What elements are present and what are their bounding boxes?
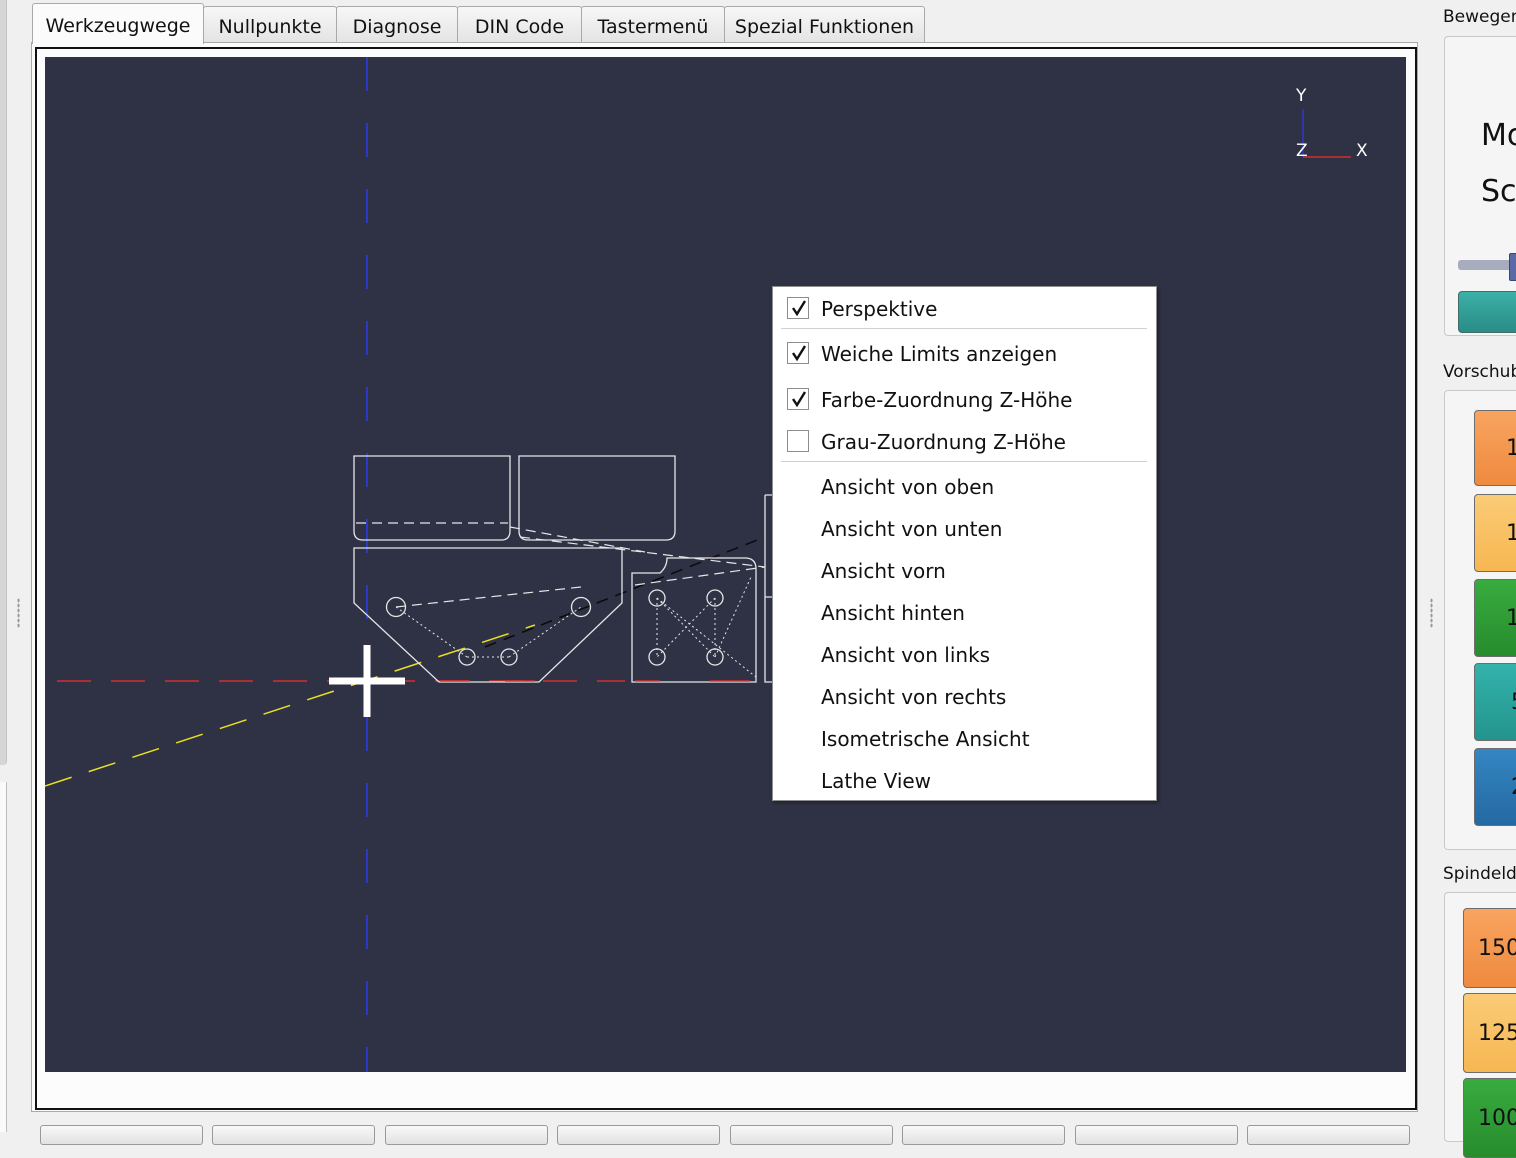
movement-speed-text: Sc	[1481, 174, 1516, 209]
movement-action-button[interactable]	[1458, 291, 1516, 333]
menu-item-label: Ansicht vorn	[821, 559, 946, 583]
menu-item-ansicht-vorn[interactable]: Ansicht vorn	[773, 552, 1156, 590]
view-context-menu: Perspektive Weiche Limits anzeigen Farbe…	[772, 286, 1157, 801]
bottom-button-3[interactable]	[385, 1125, 548, 1145]
tab-nullpunkte[interactable]: Nullpunkte	[203, 6, 337, 42]
tab-tastermenu[interactable]: Tastermenü	[581, 6, 725, 42]
menu-item-ansicht-unten[interactable]: Ansicht von unten	[773, 510, 1156, 548]
tab-diagnose[interactable]: Diagnose	[336, 6, 458, 42]
weiche-limits-checkbox[interactable]	[787, 342, 809, 364]
bottom-button-4[interactable]	[557, 1125, 720, 1145]
menu-item-ansicht-links[interactable]: Ansicht von links	[773, 636, 1156, 674]
tool-position-cross	[329, 645, 405, 717]
menu-item-ansicht-oben[interactable]: Ansicht von oben	[773, 468, 1156, 506]
z-axis-label: Z	[1296, 141, 1308, 161]
menu-item-label: Lathe View	[821, 769, 932, 793]
check-icon	[792, 300, 807, 317]
y-axis-label: Y	[1296, 86, 1307, 106]
menu-item-weiche-limits[interactable]: Weiche Limits anzeigen	[773, 335, 1156, 373]
menu-separator	[781, 461, 1147, 462]
check-icon	[792, 345, 807, 362]
menu-item-label: Ansicht von links	[821, 643, 991, 667]
left-panel-edge	[0, 0, 7, 765]
menu-item-label: Weiche Limits anzeigen	[821, 342, 1058, 366]
menu-item-farbe-zuordnung[interactable]: Farbe-Zuordnung Z-Höhe	[773, 381, 1156, 419]
rapid-move-line	[45, 624, 536, 787]
farbe-zuordnung-checkbox[interactable]	[787, 388, 809, 410]
feed-override-button-4[interactable]: 5	[1474, 663, 1516, 741]
menu-item-label: Grau-Zuordnung Z-Höhe	[821, 430, 1066, 454]
check-icon	[792, 391, 807, 408]
feed-override-button-1[interactable]: 1	[1474, 410, 1516, 486]
spindle-group-label: Spindeld	[1443, 864, 1516, 884]
spindle-override-button-150[interactable]: 150	[1463, 908, 1516, 988]
x-axis-label: X	[1356, 141, 1368, 161]
movement-group-label: Bewegen	[1443, 7, 1516, 27]
menu-item-isometrisch[interactable]: Isometrische Ansicht	[773, 720, 1156, 758]
dotted-toolpaths	[395, 576, 757, 678]
grau-zuordnung-checkbox[interactable]	[787, 430, 809, 452]
menu-item-label: Ansicht von oben	[821, 475, 995, 499]
menu-item-label: Ansicht hinten	[821, 601, 965, 625]
menu-separator	[781, 328, 1147, 329]
spindle-override-button-100[interactable]: 100	[1463, 1078, 1516, 1158]
bottom-button-7[interactable]	[1075, 1125, 1238, 1145]
menu-item-lathe-view[interactable]: Lathe View	[773, 762, 1156, 800]
menu-item-ansicht-hinten[interactable]: Ansicht hinten	[773, 594, 1156, 632]
menu-item-label: Ansicht von unten	[821, 517, 1003, 541]
bottom-button-6[interactable]	[902, 1125, 1065, 1145]
perspektive-checkbox[interactable]	[787, 297, 809, 319]
feed-override-button-5[interactable]: 2	[1474, 748, 1516, 826]
toolpath-preview-canvas[interactable]: Y Z X	[45, 57, 1406, 1072]
movement-slider-handle[interactable]	[1509, 253, 1516, 281]
toolpath-drawing	[45, 57, 1351, 1072]
menu-item-grau-zuordnung[interactable]: Grau-Zuordnung Z-Höhe	[773, 423, 1156, 461]
movement-mode-text: Mo	[1481, 118, 1516, 153]
left-lower-panel-edge	[0, 782, 7, 1132]
feed-override-button-3[interactable]: 1	[1474, 579, 1516, 657]
menu-item-perspektive[interactable]: Perspektive	[773, 290, 1156, 328]
left-splitter-handle[interactable]	[17, 598, 20, 628]
menu-item-label: Ansicht von rechts	[821, 685, 1007, 709]
bottom-button-5[interactable]	[730, 1125, 893, 1145]
bottom-button-2[interactable]	[212, 1125, 375, 1145]
tab-spezial-funktionen[interactable]: Spezial Funktionen	[724, 6, 925, 42]
tab-werkzeugwege[interactable]: Werkzeugwege	[32, 3, 204, 44]
menu-item-ansicht-rechts[interactable]: Ansicht von rechts	[773, 678, 1156, 716]
dashed-toolpaths	[356, 522, 766, 608]
menu-item-label: Isometrische Ansicht	[821, 727, 1030, 751]
spindle-override-button-125[interactable]: 125	[1463, 993, 1516, 1073]
menu-item-label: Farbe-Zuordnung Z-Höhe	[821, 388, 1073, 412]
bottom-button-8[interactable]	[1247, 1125, 1410, 1145]
tab-din-code[interactable]: DIN Code	[457, 6, 582, 42]
menu-item-label: Perspektive	[821, 297, 938, 321]
feed-override-button-2[interactable]: 1	[1474, 494, 1516, 572]
right-splitter-handle[interactable]	[1430, 598, 1433, 628]
feed-group-label: Vorschub	[1443, 362, 1516, 382]
movement-slider-track[interactable]	[1458, 260, 1516, 270]
path-line-dark	[484, 536, 766, 648]
bottom-button-1[interactable]	[40, 1125, 203, 1145]
